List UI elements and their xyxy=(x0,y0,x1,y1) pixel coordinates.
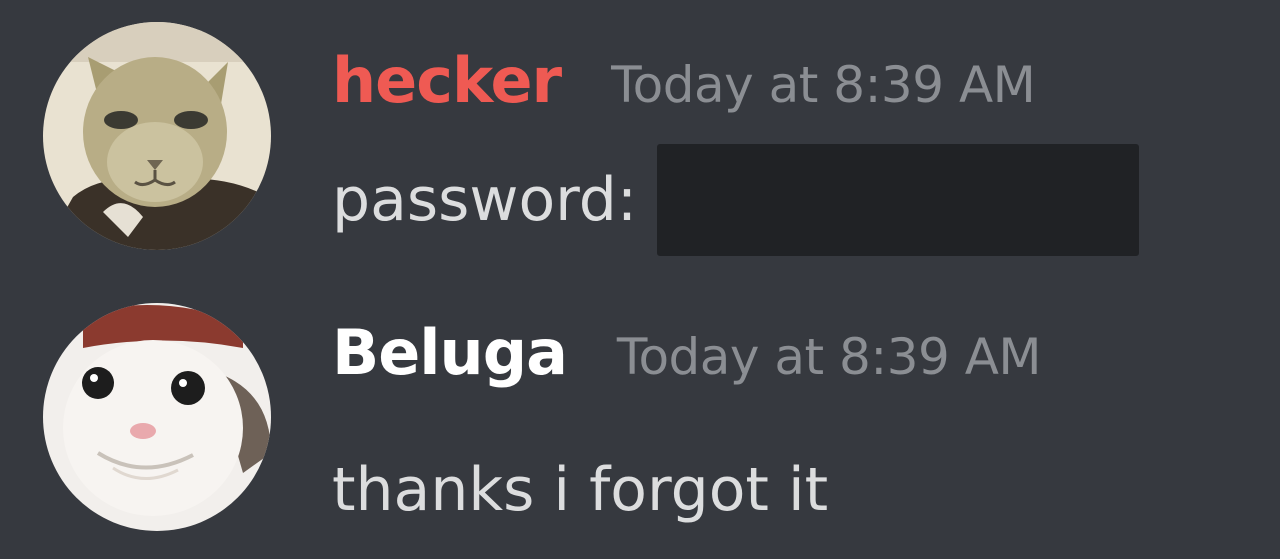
message-content: thanks i forgot it xyxy=(332,440,828,540)
message-header: hecker Today at 8:39 AM xyxy=(332,44,1036,117)
chat-message: Beluga Today at 8:39 AM thanks i forgot … xyxy=(0,280,1280,559)
timestamp: Today at 8:39 AM xyxy=(616,328,1042,386)
chat-message: hecker Today at 8:39 AM password: xyxy=(0,0,1280,280)
username[interactable]: hecker xyxy=(332,44,562,117)
username[interactable]: Beluga xyxy=(332,316,568,389)
message-text: password: xyxy=(332,165,638,235)
message-text: thanks i forgot it xyxy=(332,455,829,525)
message-content: password: xyxy=(332,144,1140,256)
cat-avatar-icon[interactable] xyxy=(43,22,271,250)
timestamp: Today at 8:39 AM xyxy=(611,56,1036,114)
chat-message-list: hecker Today at 8:39 AM password: Beluga… xyxy=(0,0,1280,559)
spoiler-block[interactable] xyxy=(657,144,1140,256)
message-header: Beluga Today at 8:39 AM xyxy=(332,316,1042,389)
beluga-cat-avatar-icon[interactable] xyxy=(43,303,271,531)
